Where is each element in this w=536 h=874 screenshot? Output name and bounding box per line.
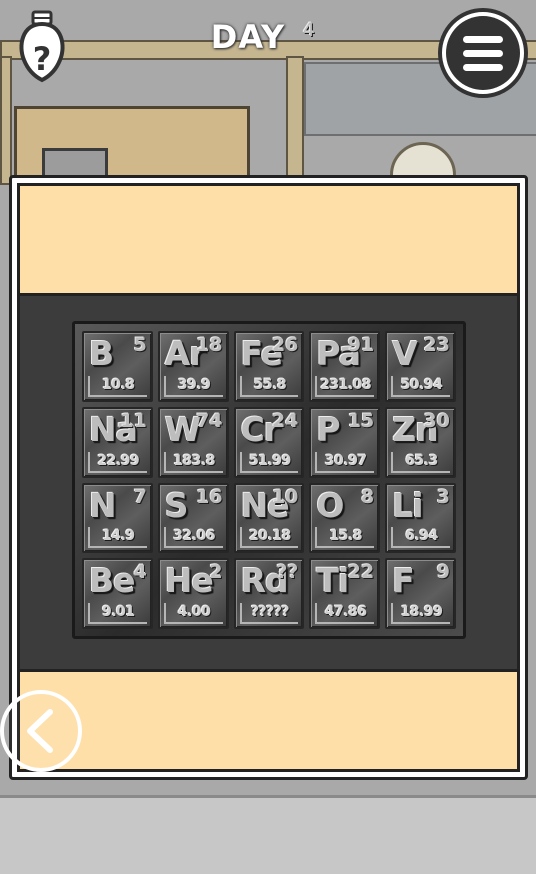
element-tile[interactable]: S 16 32.06	[157, 482, 229, 554]
atomic-mass: 18.99	[391, 603, 450, 624]
element-tile[interactable]: Na 11 22.99	[82, 406, 153, 478]
atomic-mass: 51.99	[239, 451, 299, 473]
element-symbol: W	[164, 409, 201, 449]
atomic-mass: ?????	[239, 603, 299, 624]
element-tile[interactable]: F 9 18.99	[385, 558, 456, 629]
element-symbol: S	[164, 485, 189, 525]
element-tile[interactable]: Fe 26 55.8	[233, 331, 305, 402]
atomic-mass: 231.08	[315, 375, 375, 397]
atomic-number: 22	[347, 561, 375, 584]
atomic-mass: 50.94	[391, 375, 450, 397]
atomic-number: 3	[436, 485, 450, 508]
atomic-mass: 55.8	[239, 375, 299, 397]
element-tile[interactable]: W 74 183.8	[157, 406, 229, 478]
atomic-number: ??	[276, 561, 299, 584]
element-tile[interactable]: Ar 18 39.9	[157, 331, 229, 402]
element-symbol: F	[392, 561, 415, 601]
element-tile[interactable]: Li 3 6.94	[385, 482, 456, 554]
atomic-mass: 39.9	[163, 375, 223, 397]
atomic-number: 2	[209, 561, 223, 584]
atomic-mass: 183.8	[163, 451, 223, 473]
lightbulb-question-icon: ?	[19, 10, 65, 83]
atomic-number: 18	[196, 334, 223, 356]
element-symbol: P	[316, 409, 340, 449]
atomic-mass: 22.99	[88, 451, 147, 473]
atomic-mass: 65.3	[391, 451, 450, 473]
atomic-mass: 47.86	[315, 603, 375, 624]
atomic-mass: 6.94	[391, 527, 450, 549]
atomic-mass: 4.00	[163, 603, 223, 624]
atomic-number: 74	[196, 409, 223, 432]
atomic-number: 10	[271, 485, 299, 508]
element-tile[interactable]: N 7 14.9	[82, 482, 153, 554]
atomic-number: 15	[347, 409, 375, 432]
element-tile[interactable]: Ne 10 20.18	[233, 482, 305, 554]
element-symbol: Be	[89, 561, 136, 601]
atomic-mass: 14.9	[88, 527, 147, 549]
element-tile[interactable]: Ti 22 47.86	[309, 558, 381, 629]
element-symbol: Li	[392, 485, 423, 525]
atomic-number: 8	[360, 485, 375, 508]
atomic-mass: 32.06	[163, 527, 223, 549]
atomic-mass: 10.8	[88, 375, 147, 397]
atomic-number: 9	[436, 561, 450, 584]
element-tile[interactable]: Pa 91 231.08	[309, 331, 381, 402]
atomic-mass: 30.97	[315, 451, 375, 473]
periodic-table-plaque: B 5 10.8 Ar 18 39.9 Fe 26 55.8 Pa 91 231.08 V 23 50.94…	[72, 321, 466, 639]
element-symbol: O	[316, 485, 344, 525]
element-symbol: N	[89, 485, 117, 525]
svg-text:?: ?	[33, 40, 52, 78]
atomic-mass: 9.01	[88, 603, 147, 624]
element-tile[interactable]: V 23 50.94	[385, 331, 456, 402]
atomic-number: 5	[133, 334, 147, 356]
chevron-left-icon	[27, 709, 53, 753]
day-number: 4	[302, 19, 316, 41]
window-frame	[286, 56, 304, 185]
zoom-popup: B 5 10.8 Ar 18 39.9 Fe 26 55.8 Pa 91 231.08 V 23 50.94…	[9, 175, 528, 780]
element-tile[interactable]: He 2 4.00	[157, 558, 229, 629]
day-label: DAY	[210, 18, 286, 56]
back-button[interactable]	[0, 690, 82, 772]
element-tile[interactable]: P 15 30.97	[309, 406, 381, 478]
element-tile[interactable]: Zn 30 65.3	[385, 406, 456, 478]
element-symbol: B	[89, 334, 114, 373]
atomic-number: 11	[120, 409, 147, 432]
element-symbol: V	[392, 334, 418, 373]
popup-inner: B 5 10.8 Ar 18 39.9 Fe 26 55.8 Pa 91 231.08 V 23 50.94…	[17, 183, 520, 772]
hamburger-menu-icon	[446, 16, 520, 90]
atomic-mass: 15.8	[315, 527, 375, 549]
atomic-number: 4	[133, 561, 147, 584]
element-symbol: Ti	[316, 561, 349, 601]
atomic-number: 30	[423, 409, 450, 432]
hint-button[interactable]: ?	[14, 10, 70, 86]
element-tile[interactable]: O 8 15.8	[309, 482, 381, 554]
atomic-number: 26	[271, 334, 299, 356]
atomic-number: 91	[347, 334, 375, 356]
atomic-number: 23	[423, 334, 450, 356]
atomic-number: 7	[133, 485, 147, 508]
wall-post	[0, 56, 12, 185]
atomic-mass: 20.18	[239, 527, 299, 549]
element-tile[interactable]: B 5 10.8	[82, 331, 153, 402]
element-symbol: He	[164, 561, 214, 601]
atomic-number: 16	[196, 485, 223, 508]
menu-button[interactable]	[438, 8, 528, 98]
element-tile[interactable]: Rd???????	[233, 558, 305, 629]
floor	[0, 795, 536, 874]
day-counter: 4 DAY	[168, 18, 328, 62]
element-tile[interactable]: Be 4 9.01	[82, 558, 153, 629]
display-band: B 5 10.8 Ar 18 39.9 Fe 26 55.8 Pa 91 231.08 V 23 50.94…	[20, 293, 517, 672]
element-tile[interactable]: Cr 24 51.99	[233, 406, 305, 478]
atomic-number: 24	[271, 409, 299, 432]
